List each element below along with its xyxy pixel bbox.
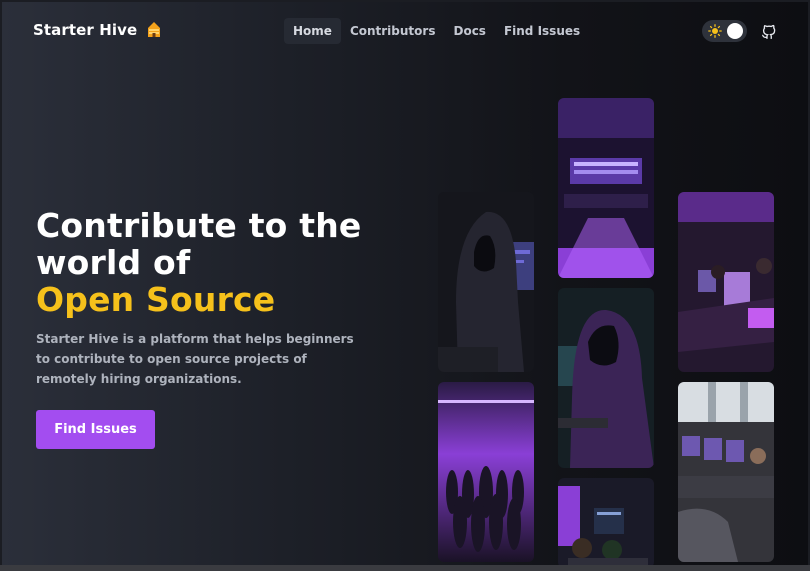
sun-icon: [708, 24, 722, 38]
nav-link-docs[interactable]: Docs: [444, 18, 494, 44]
hooded-laptop-image: [558, 288, 654, 468]
crowd-purple-image: [438, 382, 534, 562]
github-icon[interactable]: [760, 22, 778, 40]
hero-title-line1: Contribute to the: [36, 206, 362, 245]
hero-title-line2: world of: [36, 243, 191, 282]
purple-lab-image: [678, 192, 774, 372]
control-room-image: [558, 98, 654, 278]
hero-title: Contribute to the world of Open Source: [36, 207, 362, 318]
brand-name: Starter Hive: [33, 21, 138, 39]
developers-image: [558, 478, 654, 567]
navbar: Starter Hive Home Contributors Docs Find…: [2, 2, 808, 58]
hive-icon: [148, 22, 161, 37]
hooded-coder-image: [438, 192, 534, 372]
brand[interactable]: Starter Hive: [33, 21, 163, 39]
find-issues-button[interactable]: Find Issues: [36, 410, 155, 449]
window-bottom-edge: [0, 565, 810, 571]
hero-description: Starter Hive is a platform that helps be…: [36, 332, 354, 386]
hero-title-accent: Open Source: [36, 280, 276, 319]
nav-links: Home Contributors Docs Find Issues: [284, 18, 589, 44]
toggle-knob: [727, 23, 743, 39]
page: Starter Hive Home Contributors Docs Find…: [2, 2, 808, 567]
nav-link-contributors[interactable]: Contributors: [341, 18, 445, 44]
theme-toggle[interactable]: [702, 20, 747, 42]
computer-lab-image: [678, 382, 774, 562]
nav-link-find-issues[interactable]: Find Issues: [495, 18, 589, 44]
nav-link-home[interactable]: Home: [284, 18, 341, 44]
